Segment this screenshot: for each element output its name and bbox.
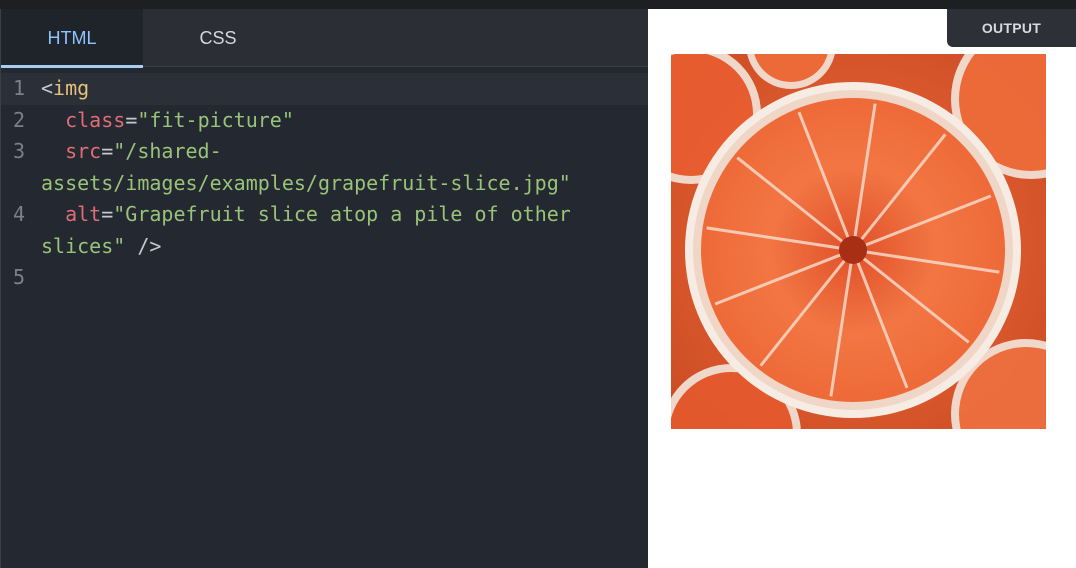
line-number: 4 (13, 202, 26, 226)
code-line-text[interactable] (41, 262, 649, 294)
code-line[interactable]: 5 (1, 262, 649, 294)
code-line-text[interactable]: alt="Grapefruit slice atop a pile of oth… (41, 199, 649, 262)
code-line-text[interactable]: class="fit-picture" (41, 105, 649, 137)
tab-css[interactable]: CSS (147, 9, 289, 67)
tag-name: img (53, 76, 90, 100)
editor-tabbar: HTML CSS (1, 9, 649, 68)
tab-html[interactable]: HTML (1, 9, 143, 68)
attribute-value: "/shared-assets/images/examples/grapefru… (41, 139, 571, 195)
attribute-name: alt (65, 202, 102, 226)
tag-self-close: /> (125, 233, 162, 258)
code-line[interactable]: 4 alt="Grapefruit slice atop a pile of o… (1, 199, 649, 262)
code-line[interactable]: 2 class="fit-picture" (1, 105, 649, 137)
equals-sign: = (101, 202, 114, 226)
code-line[interactable]: 1 <img (1, 73, 649, 105)
code-editor-panel: HTML CSS 1 <img 2 class="fit-picture" 3 … (0, 9, 649, 568)
attribute-value: "fit-picture" (137, 107, 294, 132)
window-top-strip (0, 0, 1076, 9)
line-number: 1 (13, 76, 26, 100)
line-number: 2 (13, 107, 26, 132)
tag-open-bracket: < (41, 76, 54, 100)
attribute-name: src (65, 139, 102, 163)
line-number: 3 (13, 139, 26, 163)
grapefruit-slice-image (671, 54, 1046, 429)
equals-sign: = (101, 139, 114, 163)
attribute-name: class (65, 107, 126, 132)
attribute-value: "Grapefruit slice atop a pile of other s… (41, 202, 583, 258)
output-panel: OUTPUT (648, 9, 1076, 568)
tab-css-label: CSS (199, 27, 237, 48)
code-line-text[interactable]: <img (41, 73, 649, 105)
line-number: 5 (13, 265, 26, 289)
code-line[interactable]: 3 src="/shared-assets/images/examples/gr… (1, 136, 649, 199)
code-area[interactable]: 1 <img 2 class="fit-picture" 3 src="/sha… (1, 73, 649, 294)
tab-html-label: HTML (47, 27, 97, 48)
equals-sign: = (125, 107, 138, 132)
code-line-text[interactable]: src="/shared-assets/images/examples/grap… (41, 136, 649, 199)
output-button[interactable]: OUTPUT (947, 9, 1076, 47)
